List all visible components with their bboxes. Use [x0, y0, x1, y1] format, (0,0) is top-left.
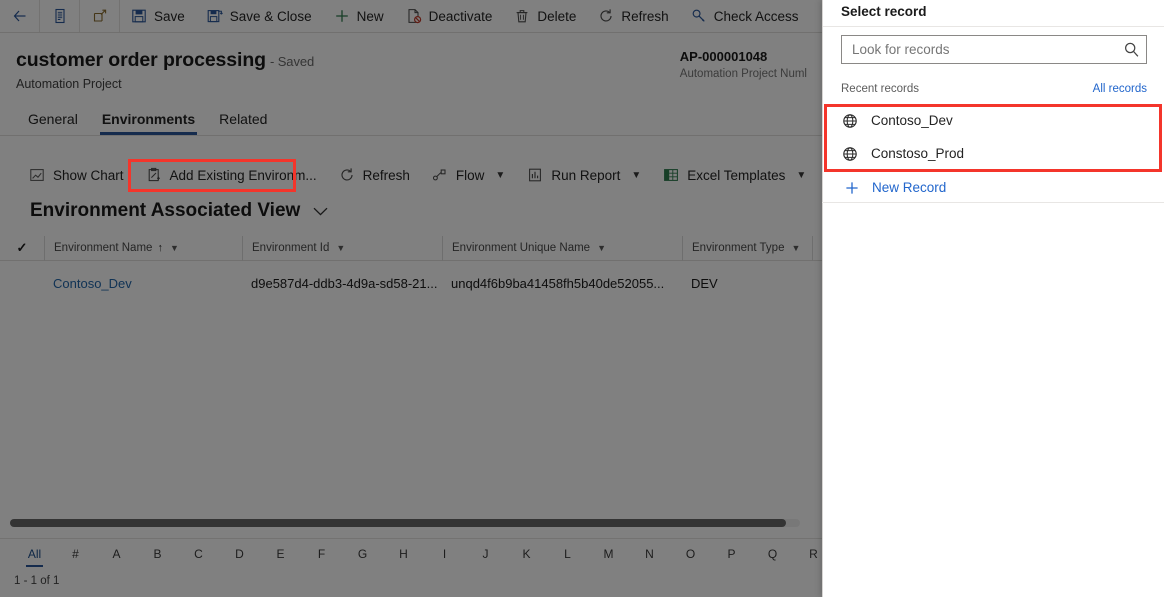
modal-scrim[interactable] [0, 0, 822, 597]
search-icon[interactable] [1116, 41, 1146, 58]
recent-records-header: Recent records All records [841, 83, 1147, 95]
search-input[interactable] [842, 42, 1116, 57]
new-record-button[interactable]: New Record [822, 174, 1164, 201]
all-records-link[interactable]: All records [1093, 83, 1147, 95]
panel-title: Select record [841, 4, 927, 19]
globe-icon [842, 146, 858, 162]
app-window: Save Save & Close New [0, 0, 1164, 597]
lookup-search-box[interactable] [841, 35, 1147, 64]
new-record-divider [822, 202, 1164, 203]
recent-records-list: Contoso_Dev Constoso_Prod [822, 104, 1164, 170]
panel-divider [823, 26, 1164, 27]
new-record-label: New Record [872, 180, 946, 195]
globe-icon [842, 113, 858, 129]
list-item-label: Constoso_Prod [871, 146, 964, 161]
select-record-panel: Select record Recent records All records… [822, 0, 1164, 597]
recent-records-label: Recent records [841, 83, 919, 95]
list-item[interactable]: Constoso_Prod [822, 137, 1164, 170]
list-item[interactable]: Contoso_Dev [822, 104, 1164, 137]
plus-icon [844, 180, 860, 196]
list-item-label: Contoso_Dev [871, 113, 953, 128]
